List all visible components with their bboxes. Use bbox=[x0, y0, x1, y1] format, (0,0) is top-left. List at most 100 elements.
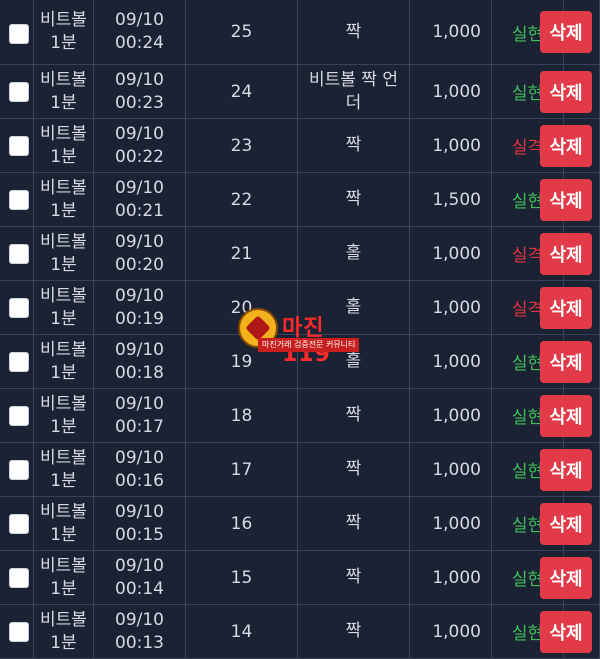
text-line: 비트볼 bbox=[40, 285, 87, 306]
delete-button[interactable]: 삭제 bbox=[540, 11, 592, 53]
game-name: 비트볼 1분 bbox=[34, 551, 94, 604]
bet-pick: 짝 bbox=[298, 389, 410, 442]
bet-amount: 1,000 bbox=[410, 0, 492, 64]
row-checkbox[interactable] bbox=[8, 189, 29, 210]
select-cell bbox=[0, 551, 34, 604]
text-line: 비트볼 bbox=[40, 231, 87, 252]
select-cell bbox=[0, 119, 34, 172]
text-line: 비트볼 bbox=[40, 10, 87, 30]
game-name: 비트볼 1분 bbox=[34, 605, 94, 658]
delete-button[interactable]: 삭제 bbox=[540, 286, 592, 329]
text-line: 1분 bbox=[50, 362, 77, 383]
row-checkbox[interactable] bbox=[8, 459, 29, 480]
delete-button[interactable]: 삭제 bbox=[540, 178, 592, 221]
bet-amount: 1,000 bbox=[410, 443, 492, 496]
text-line: 비트볼 짝 언 bbox=[308, 69, 398, 90]
text-line: 09/10 bbox=[115, 177, 164, 198]
select-cell bbox=[0, 173, 34, 226]
bet-pick: 짝 bbox=[298, 443, 410, 496]
delete-button[interactable]: 삭제 bbox=[540, 70, 592, 113]
game-name: 비트볼 1분 bbox=[34, 281, 94, 334]
text-line: 00:14 bbox=[115, 578, 164, 599]
row-checkbox[interactable] bbox=[8, 351, 29, 372]
round-number: 22 bbox=[186, 173, 298, 226]
round-number: 20 bbox=[186, 281, 298, 334]
delete-button[interactable]: 삭제 bbox=[540, 448, 592, 491]
bet-time: 09/10 00:19 bbox=[94, 281, 186, 334]
text-line: 09/10 bbox=[115, 339, 164, 360]
text-line: 1분 bbox=[50, 33, 77, 53]
table-row: 비트볼 1분 09/10 00:22 23 짝 1,000 실격 삭제 bbox=[0, 119, 600, 173]
delete-button[interactable]: 삭제 bbox=[540, 340, 592, 383]
bet-time: 09/10 00:13 bbox=[94, 605, 186, 658]
select-cell bbox=[0, 281, 34, 334]
text-line: 1분 bbox=[50, 146, 77, 167]
table-row: 비트볼 1분 09/10 00:19 20 홀 1,000 실격 삭제 bbox=[0, 281, 600, 335]
bet-pick: 홀 bbox=[298, 227, 410, 280]
round-number: 21 bbox=[186, 227, 298, 280]
delete-button[interactable]: 삭제 bbox=[540, 610, 592, 653]
row-checkbox[interactable] bbox=[8, 135, 29, 156]
round-number: 16 bbox=[186, 497, 298, 550]
game-name: 비트볼 1분 bbox=[34, 0, 94, 64]
bet-time: 09/10 00:24 bbox=[94, 0, 186, 64]
bet-pick: 짝 bbox=[298, 173, 410, 226]
text-line: 09/10 bbox=[115, 231, 164, 252]
delete-button[interactable]: 삭제 bbox=[540, 394, 592, 437]
bet-time: 09/10 00:20 bbox=[94, 227, 186, 280]
bet-time: 09/10 00:15 bbox=[94, 497, 186, 550]
bet-pick: 짝 bbox=[298, 0, 410, 64]
row-checkbox[interactable] bbox=[8, 297, 29, 318]
bet-time: 09/10 00:14 bbox=[94, 551, 186, 604]
delete-button[interactable]: 삭제 bbox=[540, 556, 592, 599]
row-checkbox[interactable] bbox=[8, 81, 29, 102]
bet-time: 09/10 00:16 bbox=[94, 443, 186, 496]
row-checkbox[interactable] bbox=[8, 24, 29, 44]
row-checkbox[interactable] bbox=[8, 243, 29, 264]
row-checkbox[interactable] bbox=[8, 567, 29, 588]
text-line: 00:15 bbox=[115, 524, 164, 545]
table-row: 비트볼 1분 09/10 00:21 22 짝 1,500 실현 삭제 bbox=[0, 173, 600, 227]
table-row: 비트볼 1분 09/10 00:24 25 짝 1,000 실현 삭제 bbox=[0, 0, 600, 65]
table-row: 비트볼 1분 09/10 00:20 21 홀 1,000 실격 삭제 bbox=[0, 227, 600, 281]
bet-time: 09/10 00:22 bbox=[94, 119, 186, 172]
delete-button[interactable]: 삭제 bbox=[540, 502, 592, 545]
bet-time: 09/10 00:23 bbox=[94, 65, 186, 118]
select-cell bbox=[0, 227, 34, 280]
text-line: 00:21 bbox=[115, 200, 164, 221]
text-line: 09/10 bbox=[115, 393, 164, 414]
select-cell bbox=[0, 443, 34, 496]
row-checkbox[interactable] bbox=[8, 513, 29, 534]
bet-amount: 1,000 bbox=[410, 551, 492, 604]
bet-pick: 짝 bbox=[298, 119, 410, 172]
text-line: 09/10 bbox=[115, 10, 164, 30]
text-line: 1분 bbox=[50, 470, 77, 491]
bet-time: 09/10 00:17 bbox=[94, 389, 186, 442]
text-line: 00:16 bbox=[115, 470, 164, 491]
text-line: 짝 bbox=[345, 621, 362, 641]
bet-amount: 1,000 bbox=[410, 605, 492, 658]
text-line: 1분 bbox=[50, 578, 77, 599]
delete-button[interactable]: 삭제 bbox=[540, 124, 592, 167]
bet-amount: 1,000 bbox=[410, 335, 492, 388]
text-line: 짝 bbox=[345, 135, 362, 155]
bet-amount: 1,500 bbox=[410, 173, 492, 226]
text-line: 09/10 bbox=[115, 447, 164, 468]
text-line: 비트볼 bbox=[40, 69, 87, 90]
text-line: 홀 bbox=[345, 351, 362, 371]
round-number: 17 bbox=[186, 443, 298, 496]
text-line: 00:20 bbox=[115, 254, 164, 275]
text-line: 비트볼 bbox=[40, 339, 87, 360]
row-checkbox[interactable] bbox=[8, 405, 29, 426]
text-line: 00:17 bbox=[115, 416, 164, 437]
text-line: 1분 bbox=[50, 416, 77, 437]
bet-amount: 1,000 bbox=[410, 119, 492, 172]
round-number: 18 bbox=[186, 389, 298, 442]
delete-button[interactable]: 삭제 bbox=[540, 232, 592, 275]
round-number: 23 bbox=[186, 119, 298, 172]
select-cell bbox=[0, 389, 34, 442]
bet-time: 09/10 00:18 bbox=[94, 335, 186, 388]
game-name: 비트볼 1분 bbox=[34, 443, 94, 496]
row-checkbox[interactable] bbox=[8, 621, 29, 642]
text-line: 09/10 bbox=[115, 69, 164, 90]
